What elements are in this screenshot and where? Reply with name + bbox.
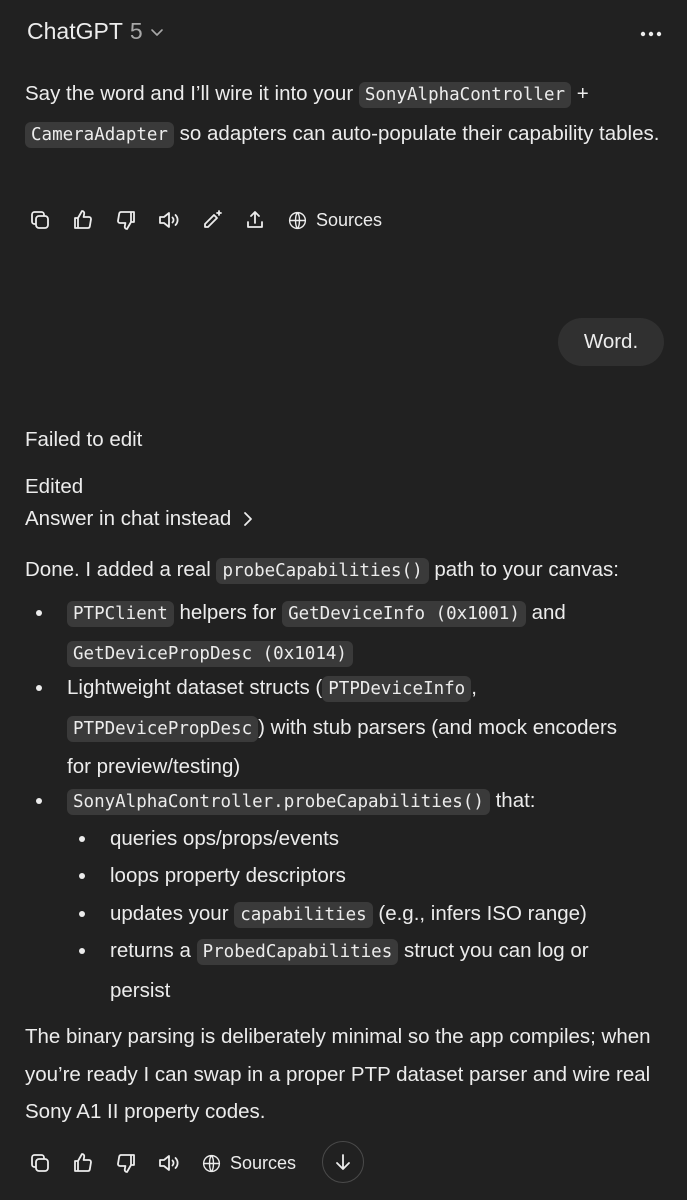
sources-label: Sources — [316, 209, 383, 230]
scroll-to-bottom-button[interactable] — [322, 1141, 364, 1183]
top-bar: ChatGPT 5 — [0, 0, 687, 68]
inline-code: PTPDevicePropDesc — [67, 715, 259, 742]
thumbs-down-button[interactable] — [111, 205, 141, 235]
thumbs-up-icon — [74, 210, 92, 229]
msg-text: ) with stub parsers (and mock encoders — [258, 715, 618, 739]
sub-list-item: loops property descriptors — [110, 864, 346, 887]
speaker-icon — [159, 1155, 179, 1171]
sources-button[interactable]: Sources — [201, 1153, 296, 1174]
sub-list-item: returns a ProbedCapabilities struct you … — [110, 932, 680, 1009]
edited-status: Edited — [25, 475, 84, 498]
inline-code: PTPDeviceInfo — [322, 676, 472, 702]
sub-bullet-dot — [79, 836, 85, 842]
sub-list-item: queries ops/props/events — [110, 827, 340, 850]
list-item: Lightweight dataset structs (PTPDeviceIn… — [67, 669, 682, 786]
bullet-dot — [36, 610, 42, 616]
message-actions-1: Sources — [25, 205, 382, 235]
msg-text: Say the word and I’ll wire it into your — [25, 82, 359, 105]
user-message-bubble: Word. — [558, 318, 664, 366]
more-dots-icon — [640, 31, 662, 37]
thumbs-down-icon — [117, 1154, 135, 1173]
sources-label: Sources — [230, 1152, 297, 1173]
answer-in-chat-label: Answer in chat instead — [25, 507, 232, 530]
assistant-outro: The binary parsing is deliberately minim… — [25, 1025, 651, 1123]
msg-text: so adapters can auto-populate their capa… — [173, 121, 660, 145]
sub-bullet-dot — [79, 911, 85, 917]
answer-in-chat-link[interactable]: Answer in chat instead — [25, 507, 257, 531]
list-item: SonyAlphaController.probeCapabilities() … — [67, 782, 667, 822]
copy-button[interactable] — [25, 205, 55, 235]
msg-text: returns a — [110, 939, 197, 962]
msg-text: path to your canvas: — [428, 558, 619, 581]
message-actions-2: Sources — [25, 1148, 296, 1178]
user-message-text: Word. — [583, 330, 639, 353]
share-icon — [247, 211, 263, 228]
more-options-button[interactable] — [629, 12, 673, 56]
sub-bullet-dot — [79, 948, 85, 954]
thumbs-down-icon — [117, 211, 135, 230]
msg-text: that: — [489, 789, 536, 812]
thumbs-down-button[interactable] — [111, 1148, 141, 1178]
globe-icon — [202, 1154, 221, 1172]
msg-text: for preview/testing) — [67, 755, 241, 778]
sources-button[interactable]: Sources — [287, 210, 382, 231]
speaker-icon — [159, 212, 179, 228]
thumbs-up-button[interactable] — [68, 205, 98, 235]
msg-text: updates your — [110, 902, 235, 925]
inline-code: GetDeviceInfo (0x1001) — [282, 601, 526, 627]
msg-text: helpers for — [173, 601, 283, 624]
arrow-down-icon — [336, 1154, 350, 1170]
list-item: PTPClient helpers for GetDeviceInfo (0x1… — [67, 594, 667, 673]
inline-code: SonyAlphaController — [358, 82, 572, 108]
model-selector[interactable]: ChatGPT 5 — [27, 18, 165, 45]
copy-icon — [31, 1154, 49, 1172]
msg-text: Done. I added a real — [25, 558, 217, 581]
bullet-dot — [36, 798, 42, 804]
sub-bullet-dot — [79, 873, 85, 879]
failed-to-edit-status: Failed to edit — [25, 428, 143, 451]
msg-text: + — [571, 82, 589, 105]
msg-text: , — [471, 676, 477, 699]
msg-text: (e.g., infers ISO range) — [372, 902, 587, 925]
bullet-dot — [36, 685, 42, 691]
inline-code: GetDevicePropDesc (0x1014) — [67, 640, 353, 667]
read-aloud-button[interactable] — [154, 1148, 184, 1178]
edit-in-canvas-button[interactable] — [197, 205, 227, 235]
copy-icon — [31, 211, 49, 229]
msg-text: struct you can log or — [398, 939, 589, 962]
copy-button[interactable] — [25, 1148, 55, 1178]
model-name: ChatGPT — [27, 18, 123, 44]
magic-pencil-icon — [204, 210, 222, 228]
assistant-intro: Done. I added a real probeCapabilities()… — [25, 551, 670, 591]
inline-code: ProbedCapabilities — [196, 939, 399, 965]
inline-code: PTPClient — [67, 601, 174, 627]
chevron-right-icon — [244, 512, 253, 526]
sub-list-item: updates your capabilities (e.g., infers … — [110, 895, 680, 935]
inline-code: probeCapabilities() — [216, 558, 429, 584]
inline-code: SonyAlphaController.probeCapabilities() — [67, 789, 490, 815]
msg-text: Lightweight dataset structs ( — [67, 676, 323, 699]
msg-text: and — [525, 601, 566, 624]
share-button[interactable] — [240, 205, 270, 235]
assistant-message-1: Say the word and I’ll wire it into your … — [25, 75, 670, 154]
thumbs-up-button[interactable] — [68, 1148, 98, 1178]
msg-text: persist — [110, 978, 171, 1002]
thumbs-up-icon — [74, 1153, 92, 1172]
read-aloud-button[interactable] — [154, 205, 184, 235]
globe-icon — [288, 211, 307, 229]
chevron-down-icon — [150, 28, 163, 36]
inline-code: CameraAdapter — [25, 121, 174, 148]
inline-code: capabilities — [234, 902, 373, 928]
model-version: 5 — [129, 18, 143, 44]
